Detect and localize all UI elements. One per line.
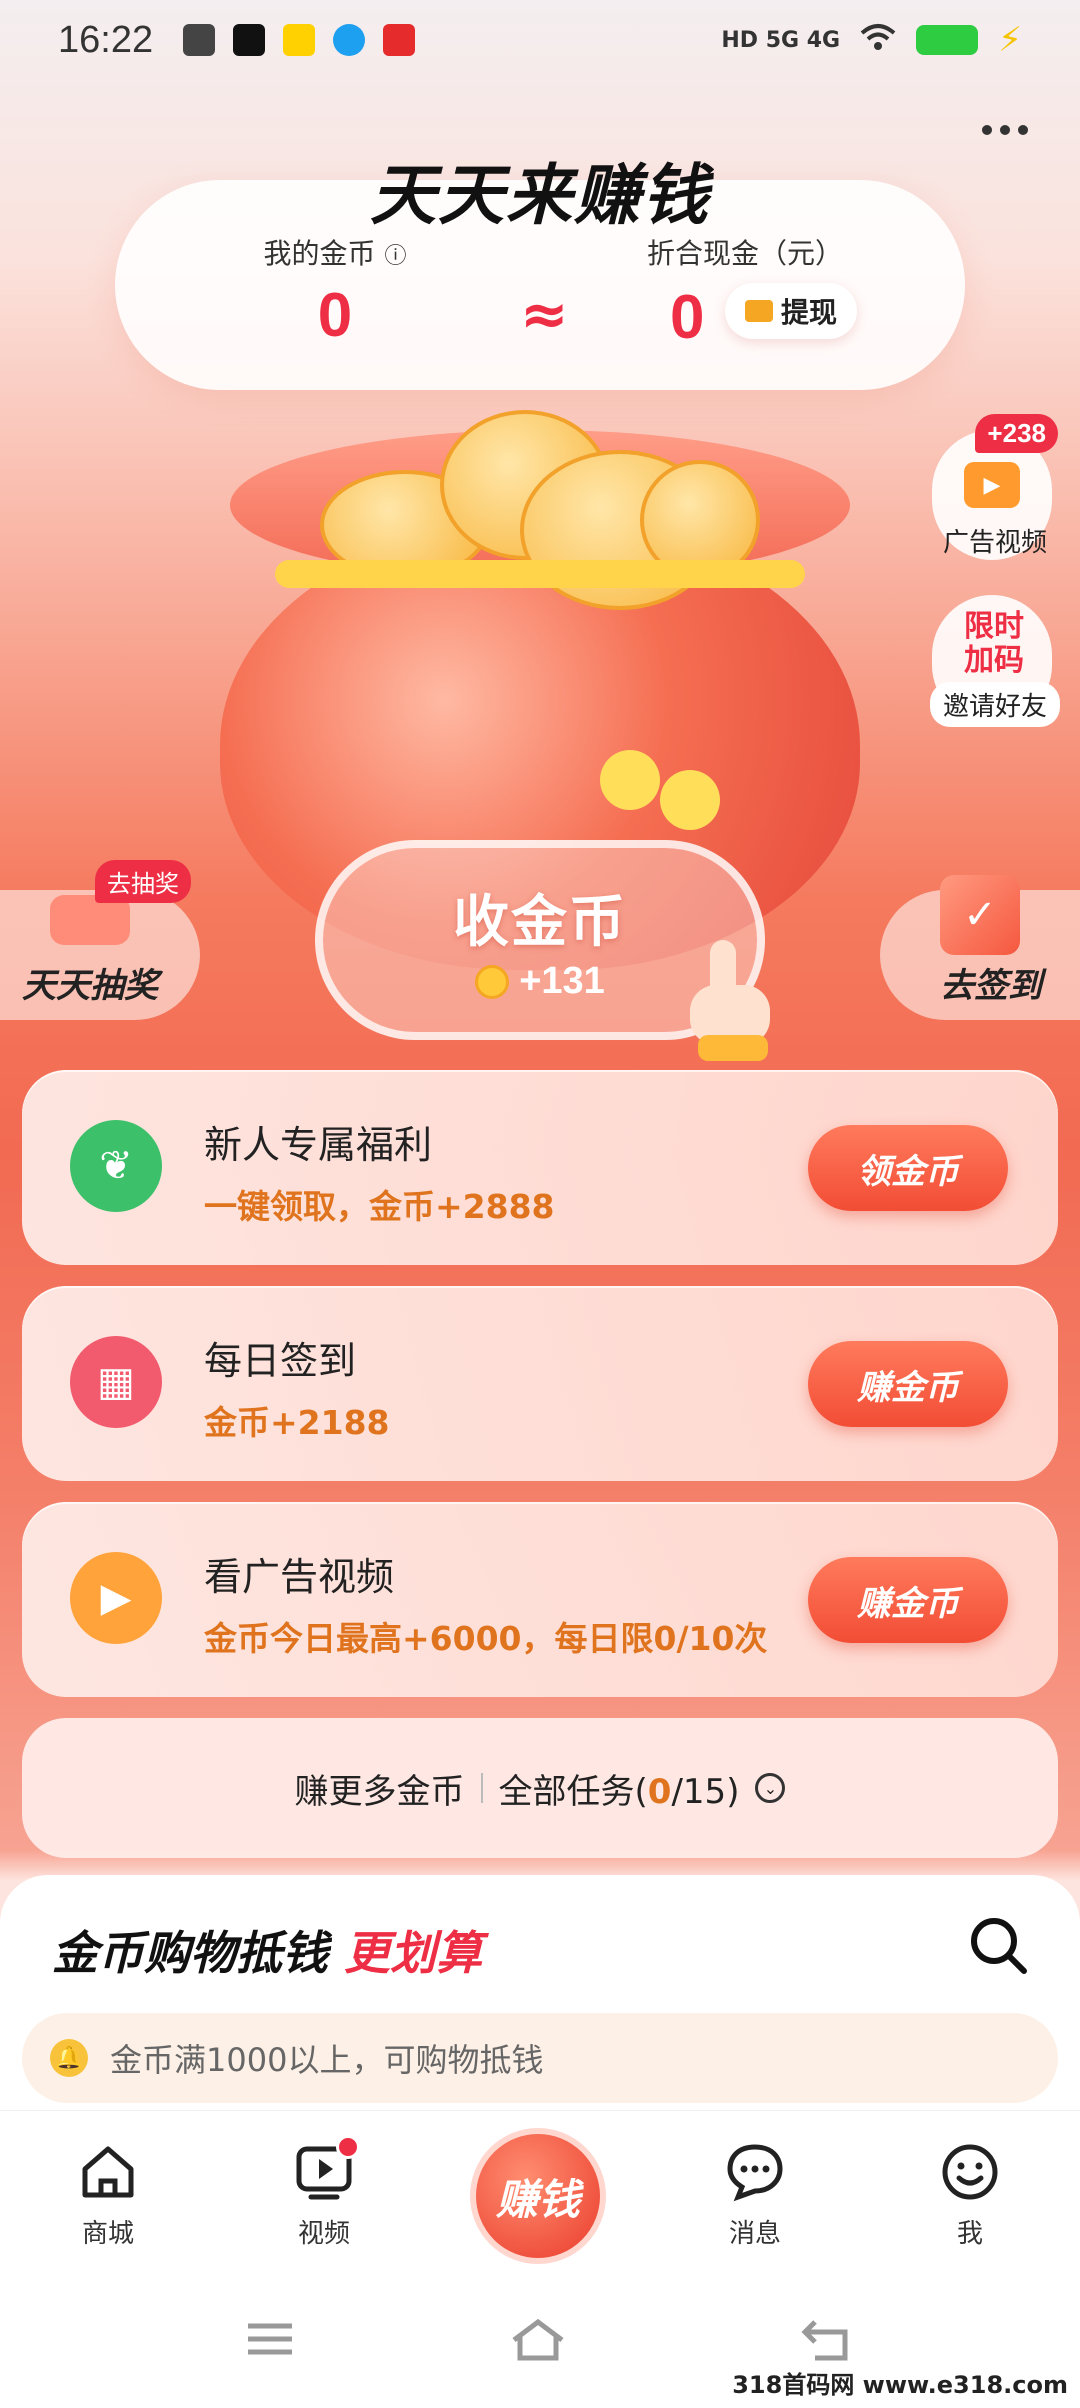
task-subtitle: 金币今日最高+6000，每日限0/10次: [204, 1619, 768, 1658]
nav-item-mall[interactable]: 商城: [48, 2141, 168, 2250]
battery-icon: [916, 25, 979, 55]
more-tasks-bar[interactable]: 赚更多金币 全部任务(0/15) ⌄: [22, 1718, 1058, 1858]
video-camera-icon: ▶: [964, 462, 1020, 508]
shop-hint-banner: 🔔 金币满1000以上，可购物抵钱: [22, 2013, 1058, 2103]
my-coins[interactable]: 我的金币 ⓘ 0: [235, 232, 435, 351]
earn-money-button[interactable]: 赚钱: [470, 2128, 606, 2264]
bell-icon: 🔔: [50, 2039, 88, 2077]
notification-icons: [183, 24, 416, 56]
chevron-down-icon[interactable]: ⌄: [755, 1773, 786, 1803]
task-card-watch-ads: ▶ 看广告视频 金币今日最高+6000，每日限0/10次 赚金币: [22, 1502, 1058, 1697]
cash-label: 折合现金（元）: [646, 237, 843, 270]
earn-more-label[interactable]: 赚更多金币: [295, 1764, 465, 1813]
smile-icon: [942, 2144, 998, 2200]
ad-reward-badge: +238: [975, 414, 1058, 453]
limited-bonus-tag: 限时 加码: [964, 609, 1024, 678]
pointing-hand-icon: [690, 940, 770, 1061]
lottery-badge: 去抽奖: [95, 860, 191, 903]
home-button-icon[interactable]: [508, 2314, 568, 2364]
page-title: 天天来赚钱: [370, 157, 710, 234]
nav-item-video[interactable]: 视频: [264, 2135, 384, 2250]
wallet-icon: [745, 300, 773, 322]
system-nav-bar: 318首码网 www.e318.com: [0, 2270, 1080, 2408]
menu-icon[interactable]: [240, 2314, 300, 2364]
more-options-button[interactable]: [982, 125, 1028, 135]
lottery-label[interactable]: 天天抽奖: [22, 958, 158, 1007]
withdraw-button[interactable]: 提现: [725, 283, 858, 339]
invite-friends-label[interactable]: 邀请好友: [930, 682, 1060, 727]
home-icon: [82, 2146, 134, 2198]
nav-item-messages[interactable]: 消息: [695, 2141, 815, 2250]
info-circle-icon: ⓘ: [384, 244, 407, 269]
task-title: 新人专属福利: [204, 1123, 433, 1167]
search-icon[interactable]: [966, 1913, 1030, 1977]
charging-icon: ⚡: [998, 20, 1022, 60]
all-tasks-label[interactable]: 全部任务(0/15): [499, 1764, 740, 1813]
earn-coins-button[interactable]: 赚金币: [808, 1341, 1008, 1427]
task-card-newbie: ❦ 新人专属福利 一键领取，金币+2888 领金币: [22, 1070, 1058, 1265]
task-subtitle: 金币+2188: [204, 1403, 390, 1442]
task-card-daily-checkin: ▦ 每日签到 金币+2188 赚金币: [22, 1286, 1058, 1481]
ad-video-label[interactable]: 广告视频: [930, 522, 1060, 559]
calendar-icon: ▦: [70, 1336, 162, 1428]
checkmark-icon: ✓: [940, 875, 1020, 955]
back-icon[interactable]: [795, 2314, 855, 2364]
status-indicators: HD 5G 4G ⚡: [721, 20, 1022, 60]
nav-item-me[interactable]: 我: [910, 2141, 1030, 2250]
watermark: 318首码网 www.e318.com: [732, 2371, 1068, 2399]
status-time: 16:22: [58, 18, 154, 61]
earn-coins-button[interactable]: 赚金币: [808, 1557, 1008, 1643]
meituan-app-icon: [283, 24, 316, 56]
status-bar: 16:22 HD 5G 4G ⚡: [0, 0, 1080, 80]
task-subtitle: 一键领取，金币+2888: [204, 1187, 555, 1226]
message-icon: [727, 2144, 783, 2202]
task-title: 每日签到: [204, 1339, 357, 1383]
sprout-icon: ❦: [70, 1120, 162, 1212]
cash-equivalent: 折合现金（元）: [615, 232, 875, 272]
network-label: HD 5G 4G: [721, 27, 841, 53]
notification-dot: [336, 2135, 360, 2159]
shop-hint-text: 金币满1000以上，可购物抵钱: [110, 2041, 544, 2079]
checkin-label[interactable]: 去签到: [940, 958, 1042, 1007]
divider: [480, 1773, 483, 1803]
collect-amount: +131: [475, 960, 605, 1003]
cash-value: 0: [670, 283, 705, 352]
shop-title: 金币购物抵钱 更划算: [52, 1926, 483, 1980]
withdraw-label: 提现: [781, 296, 838, 329]
qq-app-icon: [333, 24, 366, 56]
approx-sign: ≈: [520, 280, 569, 348]
video-camera-icon: ▶: [70, 1552, 162, 1644]
my-coins-label: 我的金币: [263, 237, 376, 270]
coin-shopping-panel: 金币购物抵钱 更划算 🔔 金币满1000以上，可购物抵钱: [0, 1875, 1080, 2110]
collect-title: 收金币: [453, 890, 627, 955]
my-coins-value: 0: [317, 281, 353, 350]
task-title: 看广告视频: [204, 1555, 395, 1599]
soul-app-icon: [233, 24, 266, 56]
wifi-icon: [860, 23, 896, 57]
claim-coins-button[interactable]: 领金币: [808, 1125, 1008, 1211]
gov-app-icon: [383, 24, 416, 56]
message-app-icon: [183, 24, 216, 56]
coin-icon: [475, 964, 510, 999]
